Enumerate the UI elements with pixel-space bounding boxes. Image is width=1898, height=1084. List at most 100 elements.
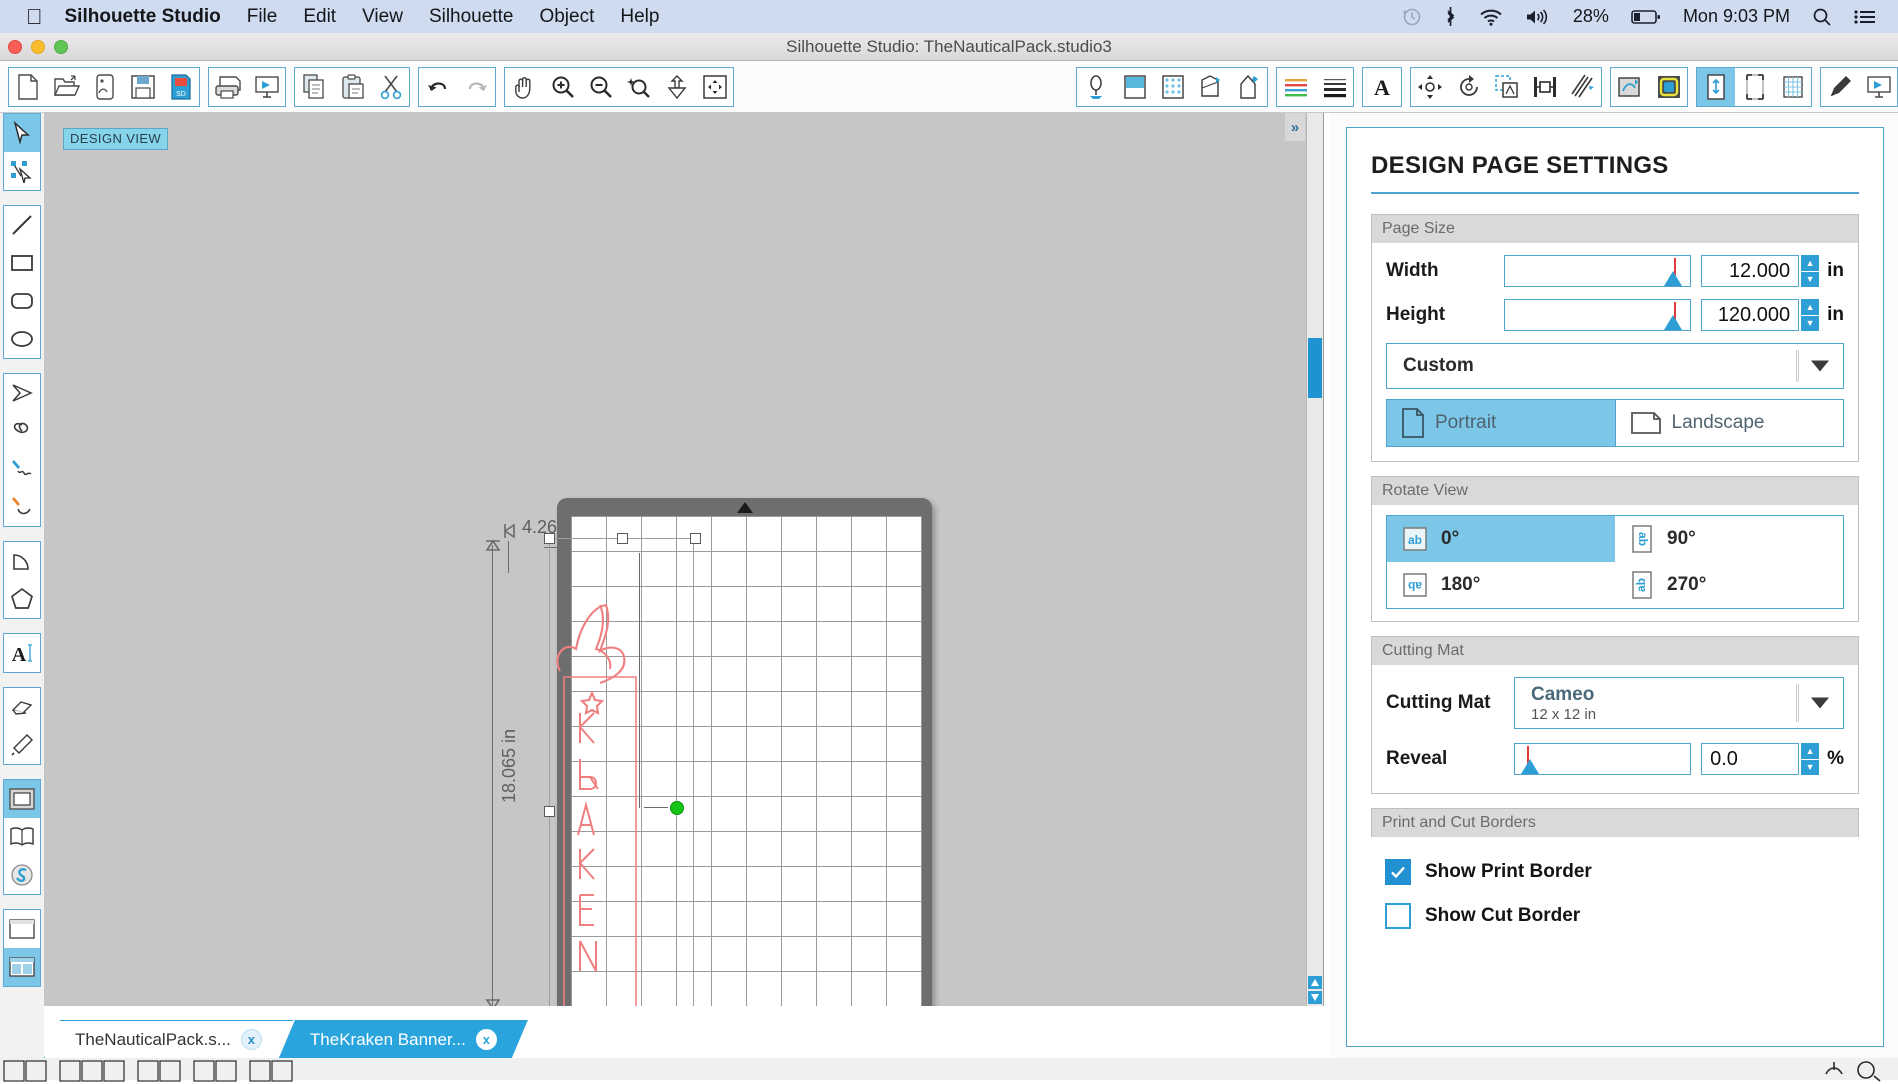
smooth-freehand-tool[interactable]: [4, 488, 40, 526]
reveal-slider[interactable]: [1514, 743, 1691, 775]
rotate-view-90[interactable]: ab 90°: [1615, 516, 1843, 562]
trace-icon[interactable]: [1611, 68, 1649, 106]
zoom-in-icon[interactable]: [543, 68, 581, 106]
send-panel-icon[interactable]: [1859, 68, 1897, 106]
page-width-slider[interactable]: [1504, 255, 1691, 287]
resize-handle-tl[interactable]: [544, 533, 555, 544]
design-canvas[interactable]: DESIGN VIEW 4.267 in 18.065 in: [44, 113, 1324, 1006]
document-tab-nauticalpack[interactable]: TheNauticalPack.s... x: [44, 1020, 293, 1058]
text-style-icon[interactable]: A: [1363, 68, 1401, 106]
menu-item-view[interactable]: View: [362, 6, 403, 28]
volume-icon[interactable]: [1525, 8, 1551, 26]
stepper-up[interactable]: ▲: [1801, 743, 1819, 760]
line-color-icon[interactable]: [1077, 68, 1115, 106]
sketch-pen-icon[interactable]: [1229, 68, 1267, 106]
edit-points-tool[interactable]: [4, 152, 40, 190]
redo-icon[interactable]: [457, 68, 495, 106]
menubar-clock[interactable]: Mon 9:03 PM: [1683, 6, 1790, 27]
show-cut-border-checkbox[interactable]: [1385, 903, 1411, 929]
modify-icon[interactable]: [1487, 68, 1525, 106]
chevron-down-icon[interactable]: [1811, 698, 1829, 709]
store-toggle[interactable]: [4, 856, 40, 894]
cut-settings-icon[interactable]: [1735, 68, 1773, 106]
wifi-icon[interactable]: [1479, 8, 1503, 26]
line-style-icon[interactable]: [1277, 68, 1315, 106]
eraser-tool[interactable]: [4, 688, 40, 726]
page-size-preset-dropdown[interactable]: Custom: [1386, 343, 1844, 389]
menu-item-help[interactable]: Help: [620, 6, 659, 28]
pen-tool-icon[interactable]: [1821, 68, 1859, 106]
copy-icon[interactable]: [295, 68, 333, 106]
orientation-landscape-button[interactable]: Landscape: [1615, 400, 1844, 446]
collapse-panel-button[interactable]: »: [1285, 113, 1305, 141]
zoom-selection-icon[interactable]: [619, 68, 657, 106]
design-view-toggle[interactable]: [4, 780, 40, 818]
menu-app-name[interactable]: Silhouette Studio: [65, 6, 221, 28]
reveal-stepper[interactable]: ▲▼: [1801, 743, 1819, 775]
chevron-down-icon[interactable]: [1811, 361, 1829, 372]
menu-item-silhouette[interactable]: Silhouette: [429, 6, 514, 28]
apple-logo-icon[interactable]: : [26, 6, 43, 28]
menu-item-file[interactable]: File: [247, 6, 278, 28]
resize-handle-tr[interactable]: [690, 533, 701, 544]
page-height-stepper[interactable]: ▲▼: [1801, 299, 1819, 331]
select-arrow-tool[interactable]: [4, 114, 40, 152]
line-tool[interactable]: [4, 206, 40, 244]
transform-icon[interactable]: [1411, 68, 1449, 106]
regular-polygon-tool[interactable]: [4, 580, 40, 618]
freehand-tool[interactable]: [4, 450, 40, 488]
stepper-down[interactable]: ▼: [1801, 760, 1819, 776]
notification-center-icon[interactable]: [1854, 9, 1876, 25]
rotate-view-270[interactable]: ab 270°: [1615, 562, 1843, 608]
canvas-vertical-scrollbar[interactable]: [1306, 113, 1323, 1006]
stepper-up[interactable]: ▲: [1801, 255, 1819, 272]
slider-knob[interactable]: [1664, 315, 1682, 330]
pattern-fill-icon[interactable]: [1153, 68, 1191, 106]
cutting-mat-dropdown[interactable]: Cameo 12 x 12 in: [1514, 677, 1844, 729]
menu-item-edit[interactable]: Edit: [303, 6, 336, 28]
split-pane-view[interactable]: [4, 948, 40, 986]
fit-to-page-icon[interactable]: [695, 68, 733, 106]
pan-hand-icon[interactable]: [505, 68, 543, 106]
page-height-value[interactable]: 120.000: [1701, 299, 1799, 331]
text-tool[interactable]: A: [4, 634, 40, 672]
ellipse-tool[interactable]: [4, 320, 40, 358]
rotate-view-180[interactable]: ab 180°: [1387, 562, 1615, 608]
stepper-down[interactable]: ▼: [1801, 316, 1819, 332]
curve-tool[interactable]: [4, 412, 40, 450]
page-settings-icon[interactable]: [1697, 68, 1735, 106]
print-icon[interactable]: [209, 68, 247, 106]
undo-icon[interactable]: [419, 68, 457, 106]
single-pane-view[interactable]: [4, 910, 40, 948]
close-tab-icon[interactable]: x: [241, 1029, 262, 1050]
bluetooth-icon[interactable]: [1444, 6, 1457, 27]
save-icon[interactable]: [123, 68, 161, 106]
rounded-rectangle-tool[interactable]: [4, 282, 40, 320]
battery-icon[interactable]: [1631, 9, 1661, 25]
open-library-icon[interactable]: [85, 68, 123, 106]
menu-item-object[interactable]: Object: [539, 6, 594, 28]
vertical-scroll-thumb[interactable]: [1308, 338, 1322, 398]
cut-icon[interactable]: [371, 68, 409, 106]
open-document-icon[interactable]: [47, 68, 85, 106]
resize-handle-tc[interactable]: [617, 533, 628, 544]
knife-tool[interactable]: [4, 726, 40, 764]
stepper-down[interactable]: ▼: [1801, 272, 1819, 288]
polygon-tool[interactable]: [4, 374, 40, 412]
vertical-scroll-arrows[interactable]: [1308, 976, 1322, 1004]
slider-knob[interactable]: [1664, 271, 1682, 286]
bottom-toolbar-icons[interactable]: [0, 1059, 420, 1083]
fill-color-icon[interactable]: [1115, 68, 1153, 106]
stepper-up[interactable]: ▲: [1801, 299, 1819, 316]
offset-icon[interactable]: [1563, 68, 1601, 106]
rectangle-tool[interactable]: [4, 244, 40, 282]
zoom-out-icon[interactable]: [581, 68, 619, 106]
replicate-icon[interactable]: [1449, 68, 1487, 106]
timemachine-icon[interactable]: [1402, 7, 1422, 27]
library-toggle[interactable]: [4, 818, 40, 856]
page-width-stepper[interactable]: ▲▼: [1801, 255, 1819, 287]
close-tab-icon[interactable]: x: [476, 1029, 497, 1050]
fit-to-window-icon[interactable]: [657, 68, 695, 106]
document-tab-krakenbanner[interactable]: TheKraken Banner... x: [279, 1020, 528, 1058]
line-thickness-icon[interactable]: [1315, 68, 1353, 106]
